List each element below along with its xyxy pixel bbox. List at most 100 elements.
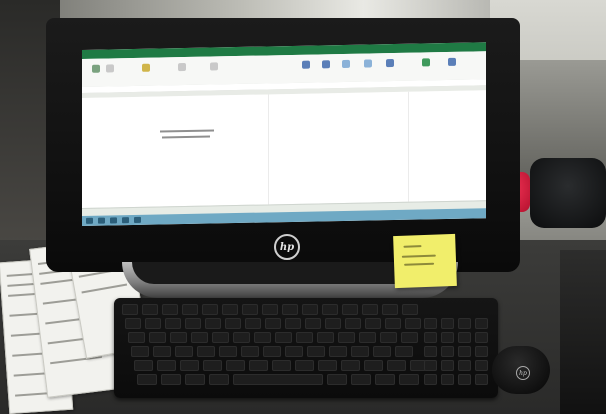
keyboard-key[interactable]	[242, 304, 258, 315]
keyboard-key[interactable]	[327, 374, 347, 385]
keyboard-key[interactable]	[285, 318, 301, 329]
keyboard-key[interactable]	[341, 360, 360, 371]
keyboard-key[interactable]	[365, 318, 381, 329]
numpad-key[interactable]	[441, 332, 454, 343]
keyboard-key[interactable]	[263, 346, 281, 357]
keyboard-key[interactable]	[262, 304, 278, 315]
keyboard[interactable]	[114, 298, 498, 398]
keyboard-key[interactable]	[272, 360, 291, 371]
keyboard-key[interactable]	[385, 318, 401, 329]
keyboard-key[interactable]	[338, 332, 355, 343]
keyboard-key[interactable]	[345, 318, 361, 329]
keyboard-key[interactable]	[209, 374, 229, 385]
keyboard-key[interactable]	[325, 318, 341, 329]
keyboard-key[interactable]	[307, 346, 325, 357]
keyboard-key[interactable]	[342, 304, 358, 315]
keyboard-key[interactable]	[375, 374, 395, 385]
keyboard-key[interactable]	[317, 332, 334, 343]
keyboard-key[interactable]	[175, 346, 193, 357]
numpad-key[interactable]	[458, 318, 471, 329]
keyboard-key[interactable]	[249, 360, 268, 371]
keyboard-key[interactable]	[185, 374, 205, 385]
keyboard-key[interactable]	[405, 318, 421, 329]
keyboard-key[interactable]	[222, 304, 238, 315]
numpad-key[interactable]	[424, 332, 437, 343]
keyboard-key[interactable]	[245, 318, 261, 329]
keyboard-key[interactable]	[241, 346, 259, 357]
keyboard-key[interactable]	[359, 332, 376, 343]
numpad-key[interactable]	[458, 374, 471, 385]
taskbar-app-icon[interactable]	[134, 216, 141, 224]
keyboard-key[interactable]	[285, 346, 303, 357]
keyboard-key[interactable]	[387, 360, 406, 371]
keyboard-key[interactable]	[322, 304, 338, 315]
numpad-key[interactable]	[424, 360, 437, 371]
numpad-key[interactable]	[424, 318, 437, 329]
keyboard-key[interactable]	[182, 304, 198, 315]
numpad-key[interactable]	[458, 360, 471, 371]
keyboard-key[interactable]	[373, 346, 391, 357]
keyboard-key[interactable]	[233, 332, 250, 343]
keyboard-key[interactable]	[219, 346, 237, 357]
keyboard-key[interactable]	[162, 304, 178, 315]
numpad-key[interactable]	[424, 346, 437, 357]
keyboard-key[interactable]	[165, 318, 181, 329]
numpad-key[interactable]	[441, 360, 454, 371]
numpad-key[interactable]	[475, 360, 488, 371]
keyboard-key[interactable]	[395, 346, 413, 357]
keyboard-key[interactable]	[125, 318, 141, 329]
keyboard-key[interactable]	[197, 346, 215, 357]
keyboard-key[interactable]	[254, 332, 271, 343]
taskbar-app-icon[interactable]	[98, 217, 105, 224]
taskbar-app-icon[interactable]	[110, 217, 117, 224]
keyboard-key[interactable]	[305, 318, 321, 329]
numpad-key[interactable]	[424, 374, 437, 385]
keyboard-key[interactable]	[142, 304, 158, 315]
keyboard-key[interactable]	[401, 332, 418, 343]
keyboard-key[interactable]	[296, 332, 313, 343]
keyboard-key[interactable]	[202, 304, 218, 315]
keyboard-key[interactable]	[402, 304, 418, 315]
numpad-key[interactable]	[441, 374, 454, 385]
keyboard-key[interactable]	[302, 304, 318, 315]
numpad-key[interactable]	[458, 346, 471, 357]
keyboard-key[interactable]	[128, 332, 145, 343]
keyboard-key[interactable]	[134, 360, 153, 371]
numpad-key[interactable]	[475, 374, 488, 385]
numpad-key[interactable]	[458, 332, 471, 343]
keyboard-key[interactable]	[180, 360, 199, 371]
keyboard-key[interactable]	[226, 360, 245, 371]
keyboard-key[interactable]	[282, 304, 298, 315]
keyboard-key[interactable]	[351, 374, 371, 385]
keyboard-key[interactable]	[131, 346, 149, 357]
keyboard-key[interactable]	[153, 346, 171, 357]
keyboard-key[interactable]	[203, 360, 222, 371]
keyboard-key[interactable]	[399, 374, 419, 385]
keyboard-key[interactable]	[351, 346, 369, 357]
keyboard-key[interactable]	[265, 318, 281, 329]
keyboard-key[interactable]	[295, 360, 314, 371]
keyboard-key[interactable]	[149, 332, 166, 343]
keyboard-key[interactable]	[382, 304, 398, 315]
keyboard-key[interactable]	[364, 360, 383, 371]
keyboard-key[interactable]	[145, 318, 161, 329]
keyboard-key[interactable]	[362, 304, 378, 315]
keyboard-key[interactable]	[205, 318, 221, 329]
keyboard-key[interactable]	[233, 374, 323, 385]
keyboard-key[interactable]	[170, 332, 187, 343]
numpad-key[interactable]	[441, 318, 454, 329]
keyboard-key[interactable]	[122, 304, 138, 315]
spreadsheet-grid[interactable]	[82, 90, 486, 208]
taskbar-app-icon[interactable]	[122, 217, 129, 224]
keyboard-key[interactable]	[212, 332, 229, 343]
keyboard-key[interactable]	[161, 374, 181, 385]
numpad-key[interactable]	[475, 318, 488, 329]
keyboard-key[interactable]	[329, 346, 347, 357]
keyboard-key[interactable]	[318, 360, 337, 371]
numpad-key[interactable]	[475, 332, 488, 343]
keyboard-key[interactable]	[225, 318, 241, 329]
keyboard-key[interactable]	[157, 360, 176, 371]
keyboard-key[interactable]	[185, 318, 201, 329]
keyboard-key[interactable]	[275, 332, 292, 343]
keyboard-key[interactable]	[380, 332, 397, 343]
